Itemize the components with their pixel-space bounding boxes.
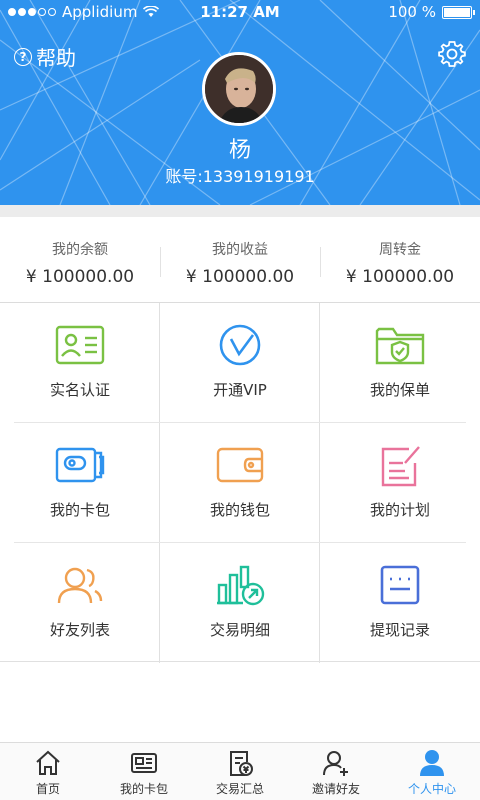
tab-label: 首页: [35, 782, 60, 796]
bottom-tab-bar: 首页 我的卡包 交易汇总 邀请好友 个人中心: [0, 742, 480, 800]
grid-item-label: 提现记录: [369, 621, 430, 639]
tab-personal-center[interactable]: 个人中心: [384, 743, 480, 800]
balance-value: ¥ 100000.00: [25, 267, 135, 287]
feature-grid: 实名认证 开通VIP 我的保单 我的卡包 我的钱包 我的计划 好友列表 交易明细…: [0, 303, 480, 663]
grid-item-label: 我的计划: [369, 501, 430, 519]
vip-icon: [219, 324, 261, 366]
grid-item-label: 开通VIP: [213, 381, 267, 399]
summary-icon: [230, 751, 253, 776]
grid-item-label: 实名认证: [49, 381, 110, 399]
tab-invite-friends[interactable]: 邀请好友: [288, 743, 384, 800]
grid-item-transaction-details[interactable]: 交易明细: [160, 543, 320, 663]
invite-icon: [323, 751, 348, 776]
avatar-image: [205, 55, 273, 123]
wallet-icon: [216, 447, 264, 483]
profile-icon: [420, 750, 444, 776]
tab-label: 交易汇总: [215, 782, 264, 796]
help-label: 帮助: [36, 46, 76, 70]
user-name: 杨: [228, 138, 251, 163]
battery-icon: [442, 5, 475, 19]
question-icon: ?: [14, 47, 32, 66]
record-icon: [380, 565, 420, 605]
balance-my-balance[interactable]: 我的余额 ¥ 100000.00: [0, 217, 160, 302]
grid-item-my-plan[interactable]: 我的计划: [320, 423, 480, 543]
grid-item-withdraw-records[interactable]: 提现记录: [320, 543, 480, 663]
tab-transaction-summary[interactable]: 交易汇总: [192, 743, 288, 800]
profile-header: Applidium 11:27 AM 100 % ? 帮助 杨 账号:13391…: [0, 0, 480, 205]
grid-item-label: 我的保单: [369, 381, 430, 399]
tab-label: 个人中心: [407, 782, 456, 796]
tab-label: 邀请好友: [311, 782, 360, 796]
section-divider: [0, 205, 480, 217]
grid-item-my-card-wallet[interactable]: 我的卡包: [0, 423, 160, 543]
balance-my-earnings[interactable]: 我的收益 ¥ 100000.00: [160, 217, 320, 302]
avatar[interactable]: [202, 52, 276, 126]
settings-gear-icon[interactable]: [438, 40, 466, 68]
friends-icon: [57, 567, 103, 604]
tab-my-card-wallet[interactable]: 我的卡包: [96, 743, 192, 800]
grid-item-label: 我的卡包: [49, 501, 110, 519]
grid-item-label: 我的钱包: [209, 501, 270, 519]
balance-label: 我的收益: [212, 242, 268, 258]
grid-item-label: 交易明细: [209, 621, 270, 639]
card-wallet-icon: [55, 447, 105, 483]
grid-bottom-border: [0, 661, 480, 662]
tab-home[interactable]: 首页: [0, 743, 96, 800]
grid-item-label: 好友列表: [49, 621, 110, 639]
id-card-icon: [55, 325, 105, 365]
balance-label: 周转金: [379, 242, 421, 258]
home-icon: [36, 750, 60, 775]
grid-item-open-vip[interactable]: 开通VIP: [160, 303, 320, 423]
grid-item-real-name-auth[interactable]: 实名认证: [0, 303, 160, 423]
chart-detail-icon: [217, 565, 265, 606]
balance-value: ¥ 100000.00: [345, 267, 455, 287]
edit-note-icon: [381, 446, 420, 487]
folder-shield-icon: [375, 327, 425, 365]
account-number: 账号:13391919191: [165, 167, 315, 186]
status-bar: Applidium 11:27 AM 100 %: [0, 0, 480, 24]
card-icon: [131, 753, 157, 773]
balance-summary: 我的余额 ¥ 100000.00 我的收益 ¥ 100000.00 周转金 ¥ …: [0, 217, 480, 303]
balance-label: 我的余额: [52, 242, 108, 258]
tab-label: 我的卡包: [119, 782, 168, 796]
balance-value: ¥ 100000.00: [185, 267, 295, 287]
grid-item-my-wallet[interactable]: 我的钱包: [160, 423, 320, 543]
grid-item-friend-list[interactable]: 好友列表: [0, 543, 160, 663]
help-button[interactable]: ? 帮助: [14, 42, 76, 71]
grid-item-my-policy[interactable]: 我的保单: [320, 303, 480, 423]
battery-percent: 100 %: [388, 3, 436, 21]
balance-revolving-fund[interactable]: 周转金 ¥ 100000.00: [320, 217, 480, 302]
